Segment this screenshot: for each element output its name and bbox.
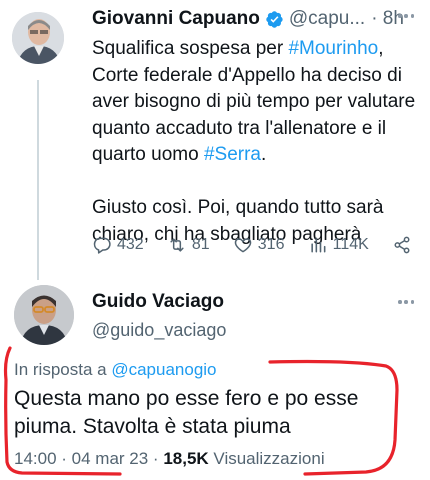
author-name[interactable]: Guido Vaciago — [92, 291, 224, 313]
share-button[interactable] — [392, 235, 412, 255]
retweet-button[interactable]: 81 — [167, 235, 210, 255]
tweet-text-line: piuma. Stavolta è stata piuma — [14, 415, 291, 438]
tweet-capuano[interactable]: Giovanni Capuano @capu... · 8h Squalific… — [0, 0, 430, 280]
reply-count: 432 — [117, 236, 144, 253]
text-segment: . — [261, 144, 267, 165]
views-count: 114K — [332, 236, 369, 253]
text-segment: quarto uomo — [92, 144, 204, 165]
views-count: 18,5K — [163, 449, 209, 468]
reply-prefix: In risposta a — [14, 360, 112, 379]
hashtag-link[interactable]: #Mourinho — [288, 38, 378, 59]
reply-context: In risposta a @capuanogio — [14, 360, 217, 380]
reply-icon — [93, 237, 111, 254]
like-button[interactable]: 316 — [233, 235, 285, 255]
tweet-timestamp[interactable]: 14:00 · 04 mar 23 · — [14, 449, 163, 468]
text-segment: Squalifica sospesa per — [92, 38, 289, 59]
more-icon[interactable] — [398, 300, 414, 304]
reply-button[interactable]: 432 — [92, 235, 144, 255]
tweet-text-line: quanto accaduto tra l'allenatore e il — [92, 117, 387, 139]
tweet-header: Giovanni Capuano @capu... · 8h — [92, 6, 416, 32]
tweet-metadata: 14:00 · 04 mar 23 · 18,5K Visualizzazion… — [14, 449, 325, 469]
text-segment: , — [378, 38, 384, 59]
avatar[interactable] — [12, 12, 64, 64]
tweet-text-line: aver bisogno di più tempo per valutare — [92, 91, 416, 112]
mention-link[interactable]: @capuanogio — [111, 360, 216, 379]
share-icon — [394, 236, 410, 254]
tweet-text-line: Squalifica sospesa per #Mourinho, — [92, 36, 422, 63]
verified-badge-icon — [266, 10, 283, 28]
avatar-image — [12, 12, 64, 64]
like-count: 316 — [257, 236, 285, 253]
tweet-text-line: quarto uomo #Serra. — [92, 142, 422, 169]
author-handle[interactable]: @guido_vaciago — [92, 320, 226, 341]
avatar-image — [14, 285, 74, 345]
author-handle[interactable]: @capu... — [289, 8, 365, 30]
tweet-text: Questa mano po esse fero e po esse piuma… — [14, 385, 394, 441]
hashtag-link[interactable]: #Serra — [204, 144, 261, 165]
retweet-icon — [170, 238, 184, 252]
tweet-text-line: Corte federale d'Appello ha deciso di — [92, 64, 402, 86]
avatar[interactable] — [14, 285, 74, 345]
more-icon[interactable] — [398, 14, 414, 18]
views-label: Visualizzazioni — [208, 449, 325, 468]
tweet-text: Squalifica sospesa per #Mourinho, Corte … — [92, 36, 422, 248]
tweet-actions: 432 81 316 114K — [92, 232, 412, 258]
tweet-time-value: 8h — [382, 8, 404, 29]
tweet-text-line: Giusto così. Poi, quando tutto sarà — [92, 197, 384, 218]
author-name[interactable]: Giovanni Capuano — [92, 8, 260, 30]
heart-icon — [234, 238, 252, 253]
tweet-text-line: Questa mano po esse fero e po esse — [14, 387, 359, 410]
tweet-time[interactable]: · 8h — [371, 8, 404, 30]
retweet-count: 81 — [191, 236, 210, 253]
views-button[interactable]: 114K — [308, 235, 369, 255]
views-icon — [311, 237, 326, 253]
